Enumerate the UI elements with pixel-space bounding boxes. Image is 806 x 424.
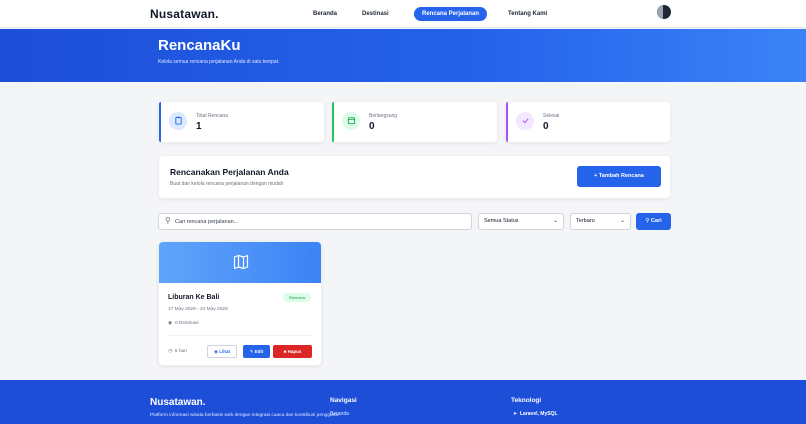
clipboard-icon	[169, 112, 187, 130]
stat-label: Selesai	[543, 113, 560, 119]
stat-label: Berlangsung	[369, 113, 398, 119]
plan-cta-subtitle: Buat dan kelola rencana perjalanan denga…	[170, 181, 284, 187]
nav-link-destinasi[interactable]: Destinasi	[362, 7, 389, 21]
stat-value: 0	[369, 121, 375, 132]
brand-logo[interactable]: Nusatawan.	[150, 7, 219, 21]
view-button[interactable]: ◉ Lihat	[207, 345, 237, 358]
trip-cover	[159, 242, 321, 283]
search-icon: ⚲	[165, 216, 171, 225]
trip-name: Liburan Ke Bali	[168, 294, 220, 301]
view-button-label: Lihat	[219, 349, 230, 354]
status-select[interactable]: Semua Status ⌄	[478, 213, 564, 230]
status-badge: Rencana	[283, 293, 311, 302]
trip-destinations-count: 0 Destinasi	[174, 321, 199, 326]
edit-button[interactable]: ✎ Edit	[243, 345, 270, 358]
footer-tech-heading: Teknologi	[511, 397, 542, 404]
plan-cta-title: Rencanakan Perjalanan Anda	[170, 167, 289, 177]
user-avatar[interactable]	[657, 5, 671, 19]
clock-icon: ◷	[168, 349, 173, 354]
trip-duration-value: 6 hari	[174, 349, 187, 354]
delete-button[interactable]: ■ Hapus	[273, 345, 312, 358]
sort-select-value: Terbaru	[576, 218, 595, 224]
edit-button-label: Edit	[254, 349, 264, 354]
search-button[interactable]: ⚲ Cari	[636, 213, 671, 230]
delete-button-label: Hapus	[287, 349, 302, 354]
divider	[168, 335, 314, 336]
map-icon	[233, 254, 249, 270]
top-navbar: Nusatawan. Beranda Destinasi Rencana Per…	[0, 0, 806, 28]
nav-link-tentang-kami[interactable]: Tentang Kami	[508, 7, 547, 21]
page-subtitle: Kelola semua rencana perjalanan Anda di …	[158, 59, 280, 65]
nav-link-beranda[interactable]: Beranda	[313, 7, 337, 21]
stat-label: Total Rencana	[196, 113, 228, 119]
trip-destinations: ◉ 0 Destinasi	[168, 321, 199, 326]
stat-card-selesai: Selesai 0	[505, 101, 671, 143]
stat-value: 1	[196, 121, 202, 132]
location-pin-icon: ◉	[168, 321, 173, 326]
stat-accent-bar	[506, 102, 508, 142]
sort-select[interactable]: Terbaru ⌄	[570, 213, 631, 230]
stat-accent-bar	[332, 102, 334, 142]
footer-brand: Nusatawan.	[150, 397, 206, 408]
check-icon	[516, 112, 534, 130]
stat-card-berlangsung: Berlangsung 0	[331, 101, 498, 143]
page-footer: Nusatawan. Platform informasi wisata ber…	[0, 380, 806, 424]
search-button-label: Cari	[650, 218, 662, 224]
trip-dates: 17 May 2025 - 24 May 2025	[168, 307, 228, 312]
chevron-down-icon: ⌄	[619, 218, 625, 224]
stat-accent-bar	[159, 102, 161, 142]
footer-nav-link-beranda[interactable]: Beranda	[330, 411, 349, 417]
footer-tech-item: ➤ Laravel, MySQL	[513, 411, 558, 417]
nav-link-rencana-perjalanan[interactable]: Rencana Perjalanan	[414, 7, 488, 21]
footer-nav-heading: Navigasi	[330, 397, 357, 404]
rocket-icon: ➤	[513, 411, 518, 417]
plan-cta-card: Rencanakan Perjalanan Anda Buat dan kelo…	[158, 155, 671, 199]
search-input[interactable]	[175, 216, 465, 228]
stat-card-total: Total Rencana 1	[158, 101, 325, 143]
status-select-value: Semua Status	[484, 218, 519, 224]
search-box[interactable]: ⚲	[158, 213, 472, 230]
page-title: RencanaKu	[158, 37, 241, 54]
trip-duration: ◷ 6 hari	[168, 349, 187, 354]
footer-description: Platform informasi wisata berbasis web d…	[150, 413, 340, 418]
trip-card[interactable]: Liburan Ke Bali Rencana 17 May 2025 - 24…	[158, 241, 322, 366]
page-hero: RencanaKu Kelola semua rencana perjalana…	[0, 29, 806, 82]
footer-tech-item-label: Laravel, MySQL	[519, 411, 558, 417]
chevron-down-icon: ⌄	[552, 218, 558, 224]
stat-value: 0	[543, 121, 549, 132]
calendar-icon	[342, 112, 360, 130]
add-plan-button[interactable]: + Tambah Rencana	[577, 166, 661, 187]
